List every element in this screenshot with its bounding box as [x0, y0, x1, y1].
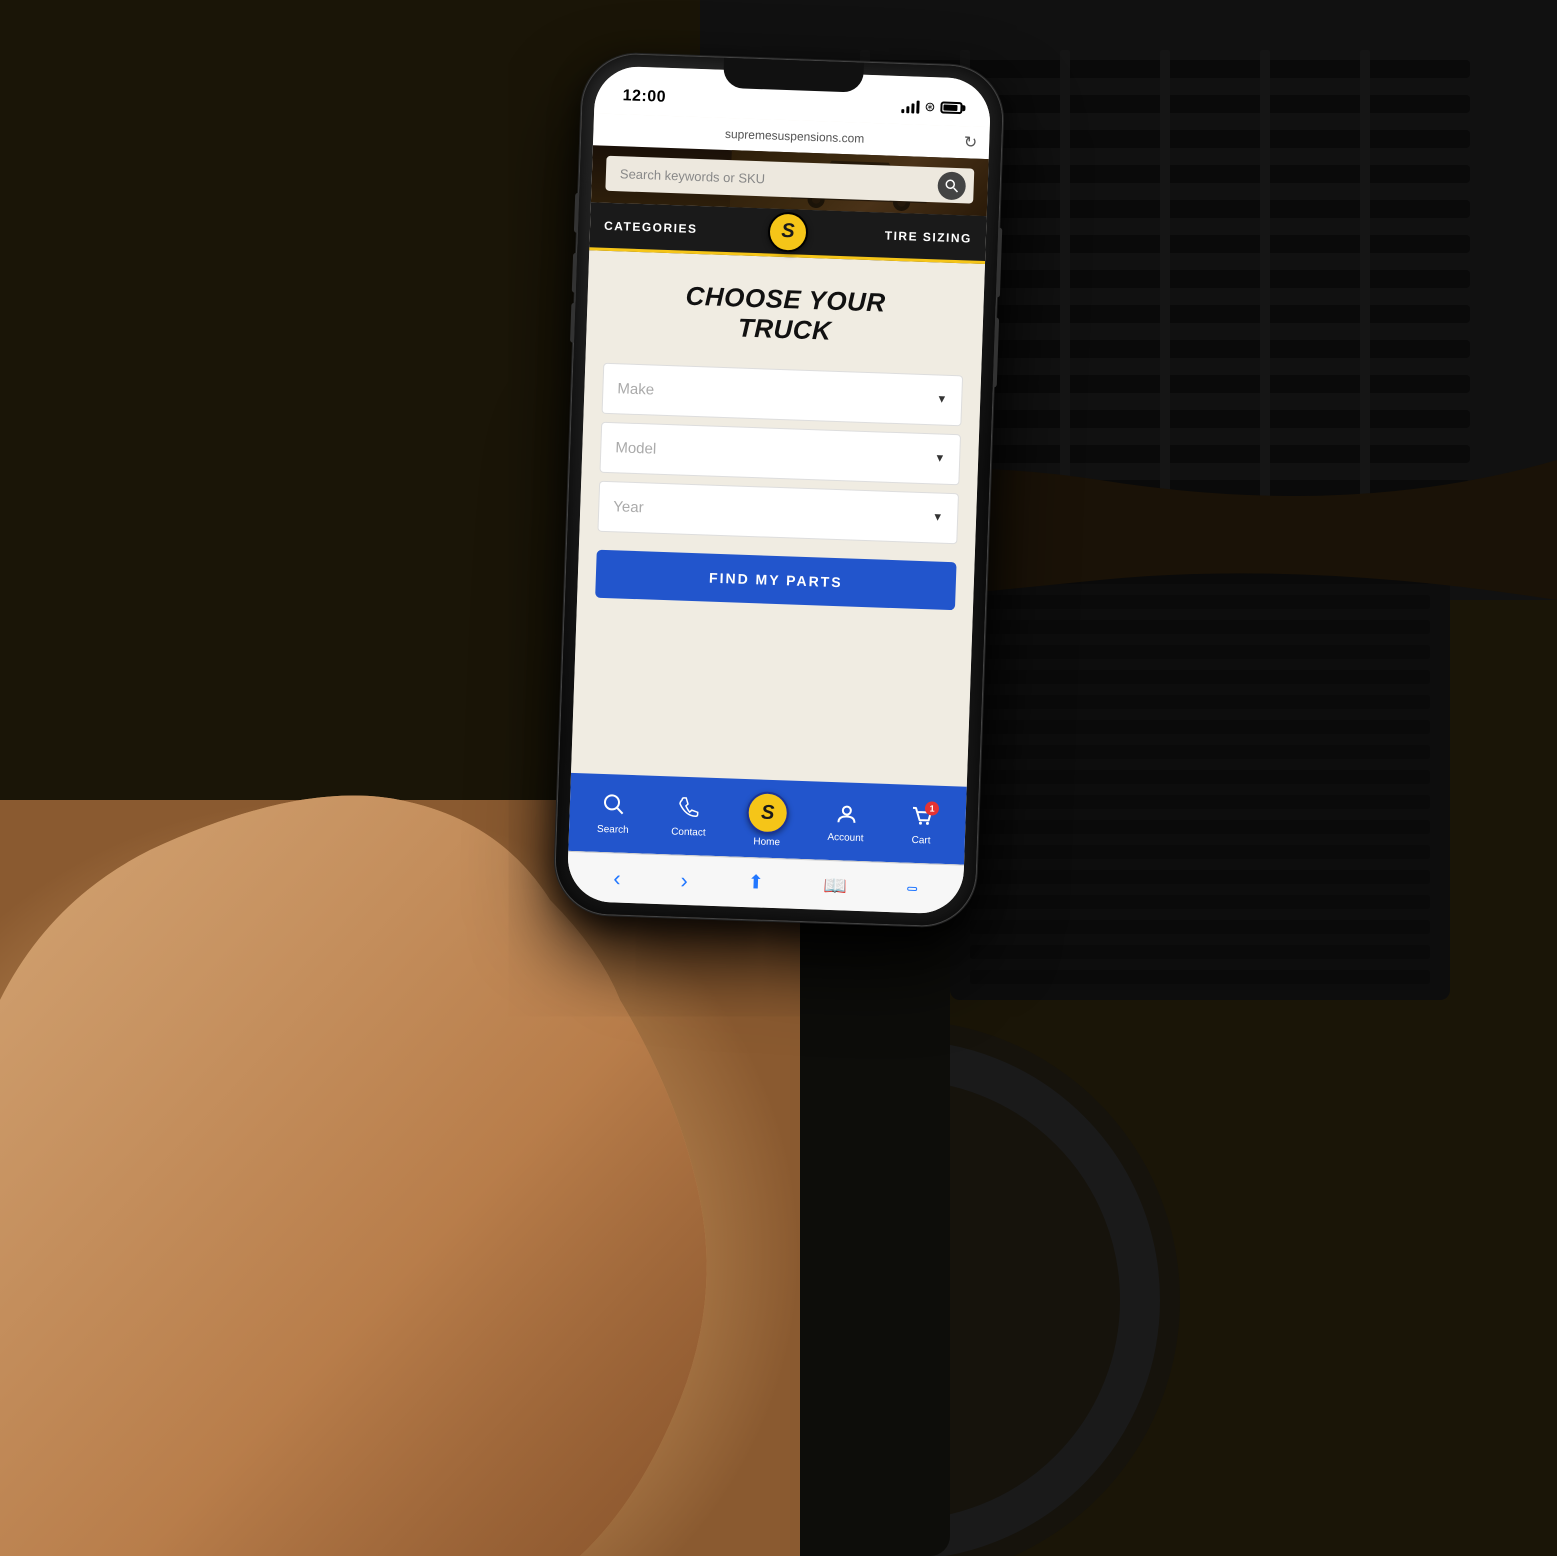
- find-parts-button[interactable]: FIND MY PARTS: [595, 549, 956, 610]
- page-title: CHOOSE YOUR TRUCK: [604, 279, 966, 351]
- model-chevron-icon: ▼: [934, 453, 945, 465]
- make-dropdown-container: Make ▼: [601, 363, 963, 427]
- search-submit-button[interactable]: [937, 171, 966, 200]
- nav-logo[interactable]: S: [767, 211, 808, 252]
- bottom-nav-home[interactable]: S Home: [738, 791, 796, 849]
- contact-nav-label: Contact: [670, 826, 705, 838]
- status-time: 12:00: [622, 87, 666, 107]
- battery-fill: [943, 105, 957, 111]
- user-icon: [834, 802, 857, 825]
- signal-bar-2: [906, 106, 909, 113]
- wifi-icon: ⊛: [924, 99, 935, 115]
- battery-icon: [940, 101, 962, 114]
- search-nav-icon: [602, 793, 625, 822]
- year-dropdown-container: Year ▼: [597, 481, 959, 545]
- bottom-nav-cart[interactable]: 1 Cart: [895, 804, 946, 847]
- url-text: supremesuspensions.com: [625, 123, 964, 149]
- cart-badge: 1: [924, 801, 938, 815]
- signal-bar-3: [911, 103, 914, 113]
- safari-back-button[interactable]: ‹: [612, 865, 620, 891]
- safari-forward-button[interactable]: ›: [680, 867, 688, 893]
- model-dropdown[interactable]: Model ▼: [599, 422, 961, 486]
- year-placeholder: Year: [613, 498, 644, 516]
- make-dropdown[interactable]: Make ▼: [601, 363, 963, 427]
- home-nav-label: Home: [753, 836, 780, 848]
- nav-logo-text: S: [780, 220, 794, 243]
- make-chevron-icon: ▼: [936, 394, 947, 406]
- year-dropdown[interactable]: Year ▼: [597, 481, 959, 545]
- bottom-nav-contact[interactable]: Contact: [663, 795, 714, 839]
- cart-nav-label: Cart: [911, 834, 930, 846]
- bottom-nav-account[interactable]: Account: [820, 801, 871, 844]
- home-logo-text: S: [760, 801, 774, 824]
- safari-bookmarks-button[interactable]: 📖: [823, 873, 847, 898]
- safari-share-button[interactable]: ⬆: [747, 871, 764, 895]
- cart-nav-icon: 1: [910, 804, 933, 832]
- year-chevron-icon: ▼: [932, 512, 943, 524]
- screen-content: 12:00 ⊛: [566, 65, 991, 914]
- search-placeholder: Search keywords or SKU: [619, 166, 765, 186]
- nav-categories-label[interactable]: CATEGORIES: [603, 218, 697, 235]
- model-placeholder: Model: [615, 439, 656, 457]
- account-nav-icon: [834, 802, 857, 830]
- phone-icon: [677, 796, 700, 819]
- phone-screen: 12:00 ⊛: [566, 65, 991, 914]
- home-nav-logo: S: [745, 791, 788, 834]
- bottom-nav: Search Contact: [568, 773, 966, 865]
- search-nav-label: Search: [596, 824, 628, 836]
- phone-outer-frame: 12:00 ⊛: [554, 53, 1004, 927]
- make-placeholder: Make: [617, 380, 654, 398]
- signal-bars-icon: [901, 99, 919, 114]
- signal-bar-4: [916, 101, 919, 114]
- search-icon: [944, 178, 958, 192]
- account-nav-label: Account: [827, 831, 864, 843]
- signal-bar-1: [901, 109, 904, 113]
- search-icon: [602, 793, 625, 816]
- contact-nav-icon: [677, 796, 700, 825]
- refresh-button[interactable]: ↻: [963, 132, 977, 152]
- nav-tire-sizing-label[interactable]: TIRE SIZING: [884, 228, 972, 245]
- status-icons: ⊛: [901, 98, 962, 116]
- phone-notch: [723, 58, 864, 93]
- main-content-area: CHOOSE YOUR TRUCK Make ▼: [570, 250, 984, 787]
- scene: 12:00 ⊛: [0, 0, 1557, 1556]
- safari-tabs-button[interactable]: [907, 886, 917, 890]
- bottom-nav-search[interactable]: Search: [587, 793, 638, 837]
- model-dropdown-container: Model ▼: [599, 422, 961, 486]
- phone-device: 12:00 ⊛: [554, 53, 1004, 927]
